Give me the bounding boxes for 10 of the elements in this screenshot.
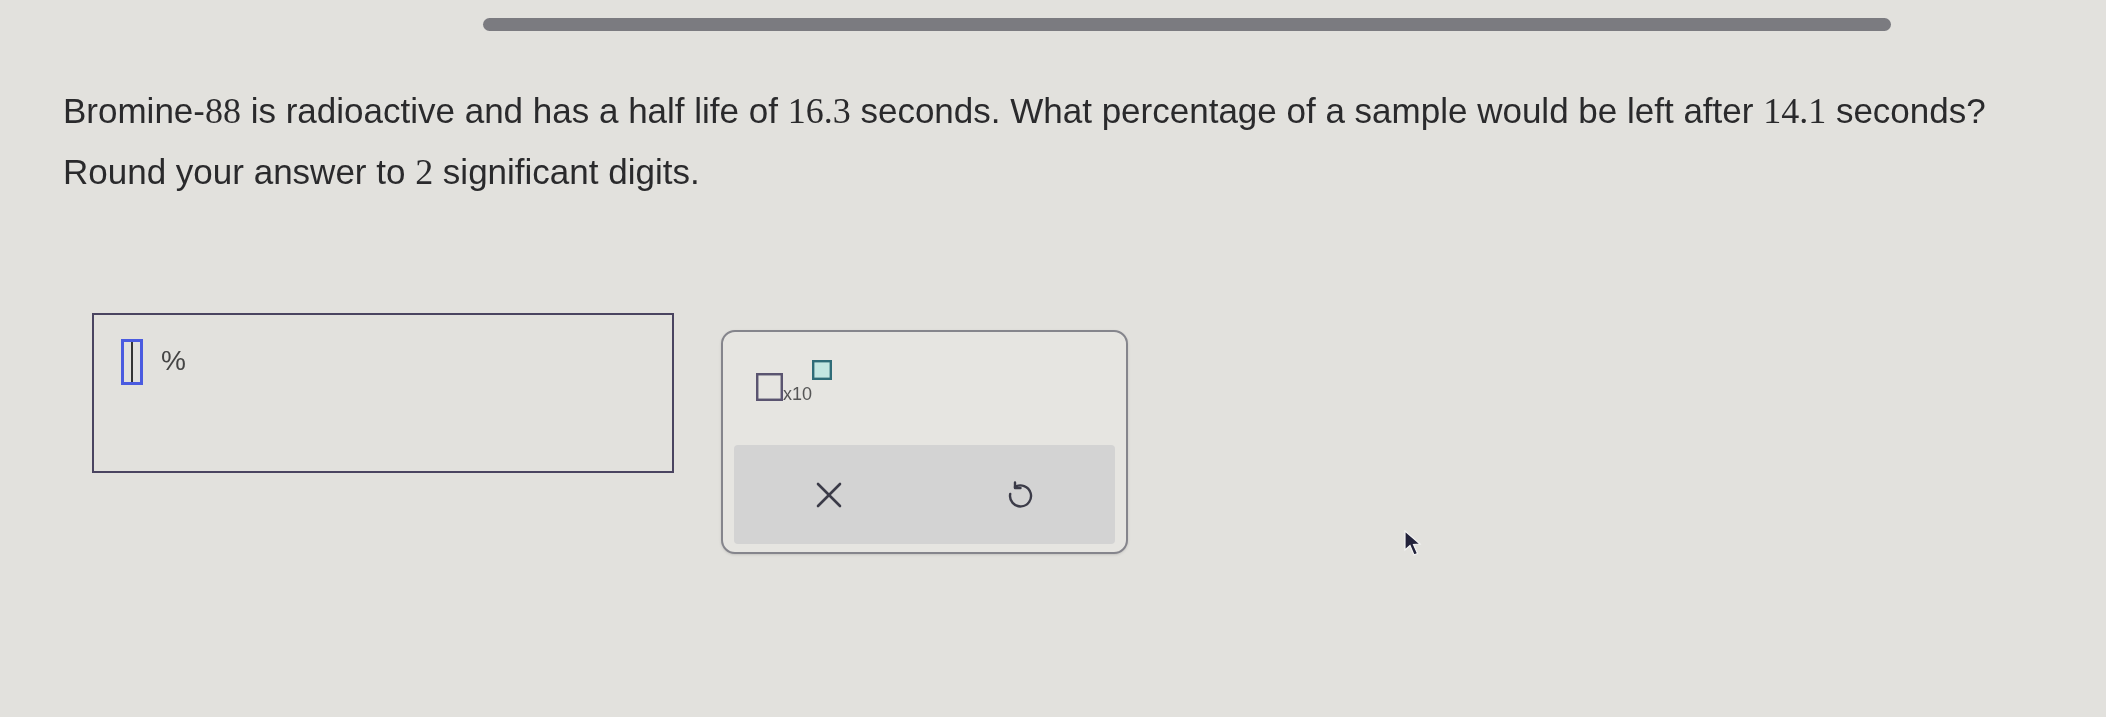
exponent-box-icon (812, 360, 833, 380)
answer-box[interactable]: % (92, 313, 674, 473)
instruction-text: Round your answer to 2 significant digits. (63, 151, 700, 194)
close-icon (815, 480, 844, 509)
unit-label: % (161, 347, 186, 375)
mouse-pointer-icon (1404, 530, 1422, 557)
input-field[interactable] (121, 339, 143, 385)
question-text: Bromine-88 is radioactive and has a half life of 16.3 seconds. What percentage of a sample would be left after 14.1 seconds? (63, 90, 1986, 133)
scientific-notation-button[interactable]: x10 (756, 360, 833, 403)
base-box-icon (756, 373, 783, 401)
